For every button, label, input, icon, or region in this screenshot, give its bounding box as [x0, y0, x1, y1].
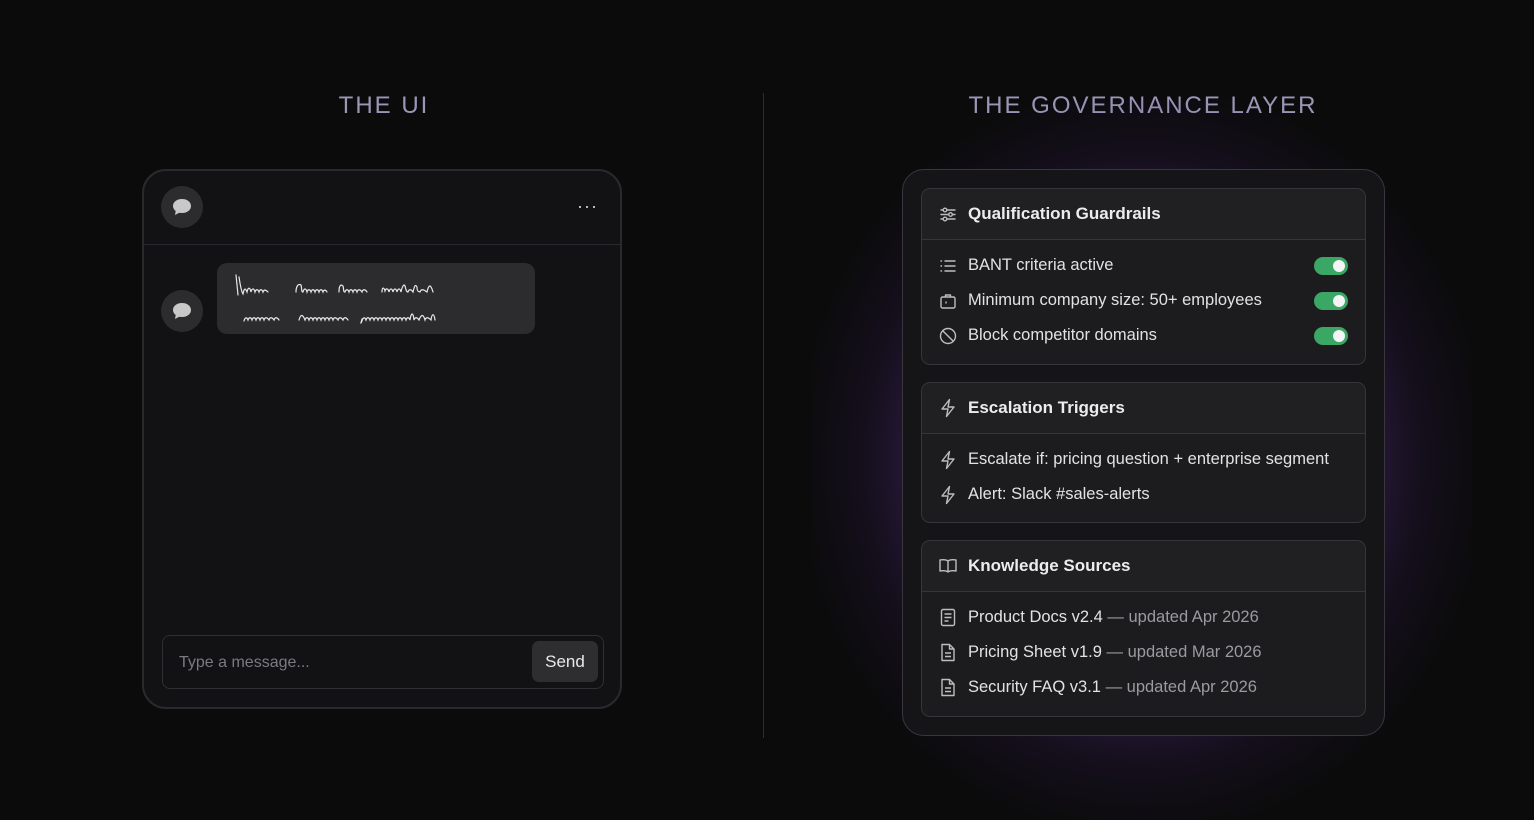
knowledge-updated: — updated Apr 2026 — [1105, 678, 1257, 696]
knowledge-row: Security FAQ v3.1 — updated Apr 2026 — [922, 670, 1365, 705]
governance-heading: THE GOVERNANCE LAYER — [968, 92, 1318, 119]
guardrail-row: Block competitor domains — [922, 318, 1365, 353]
message-bubble — [217, 263, 535, 334]
guardrails-header: Qualification Guardrails — [922, 189, 1365, 240]
message-composer: Send — [162, 635, 604, 689]
escalation-label: Alert: Slack #sales-alerts — [968, 485, 1150, 503]
escalation-row: Escalate if: pricing question + enterpri… — [922, 442, 1365, 477]
escalation-card: Escalation Triggers Escalate if: pricing… — [921, 382, 1366, 523]
guardrails-title: Qualification Guardrails — [968, 204, 1161, 223]
guardrail-label: Minimum company size: 50+ employees — [968, 291, 1262, 309]
guardrails-card: Qualification Guardrails BANT criteria a… — [921, 188, 1366, 365]
knowledge-title: Knowledge Sources — [968, 556, 1131, 575]
knowledge-row: Pricing Sheet v1.9 — updated Mar 2026 — [922, 635, 1365, 670]
briefcase-icon — [938, 291, 958, 311]
block-icon — [938, 326, 958, 346]
sliders-icon — [938, 204, 958, 224]
document-icon — [938, 608, 958, 628]
escalation-title: Escalation Triggers — [968, 398, 1125, 417]
escalation-row: Alert: Slack #sales-alerts — [922, 477, 1365, 512]
knowledge-card: Knowledge Sources Product Docs v2.4 — up… — [921, 540, 1366, 717]
file-icon — [938, 678, 958, 698]
escalation-header: Escalation Triggers — [922, 383, 1365, 434]
knowledge-row: Product Docs v2.4 — updated Apr 2026 — [922, 600, 1365, 635]
knowledge-name: Product Docs v2.4 — [968, 608, 1103, 626]
guardrail-row: Minimum company size: 50+ employees — [922, 283, 1365, 318]
knowledge-item: Product Docs v2.4 — updated Apr 2026 — [968, 608, 1259, 627]
lightning-icon — [938, 450, 958, 470]
chat-bubble-icon — [173, 303, 191, 319]
guardrail-label: BANT criteria active — [968, 256, 1114, 274]
bot-avatar — [161, 186, 203, 228]
knowledge-item: Pricing Sheet v1.9 — updated Mar 2026 — [968, 643, 1262, 662]
guardrail-row: BANT criteria active — [922, 248, 1365, 283]
more-options-button[interactable]: ··· — [577, 197, 598, 215]
knowledge-name: Security FAQ v3.1 — [968, 678, 1101, 696]
lightning-icon — [938, 485, 958, 505]
knowledge-item: Security FAQ v3.1 — updated Apr 2026 — [968, 678, 1257, 697]
chat-header: ··· — [144, 171, 620, 245]
chat-bubble-icon — [173, 199, 191, 215]
send-button[interactable]: Send — [532, 641, 598, 682]
knowledge-header: Knowledge Sources — [922, 541, 1365, 592]
message-input[interactable] — [163, 636, 541, 689]
guardrail-label: Block competitor domains — [968, 326, 1157, 344]
scribble-placeholder-text — [235, 274, 436, 324]
bant-toggle[interactable] — [1314, 257, 1348, 275]
company-size-toggle[interactable] — [1314, 292, 1348, 310]
knowledge-name: Pricing Sheet v1.9 — [968, 643, 1102, 661]
bot-avatar — [161, 290, 203, 332]
section-divider — [763, 93, 764, 738]
file-icon — [938, 643, 958, 663]
governance-panel: Qualification Guardrails BANT criteria a… — [902, 169, 1385, 736]
knowledge-updated: — updated Mar 2026 — [1106, 643, 1262, 661]
competitor-toggle[interactable] — [1314, 327, 1348, 345]
chat-window: ··· Send — [142, 169, 622, 709]
list-icon — [938, 256, 958, 276]
book-icon — [938, 556, 958, 576]
escalation-label: Escalate if: pricing question + enterpri… — [968, 450, 1329, 468]
ui-heading: THE UI — [338, 92, 430, 119]
lightning-icon — [938, 398, 958, 418]
knowledge-updated: — updated Apr 2026 — [1107, 608, 1259, 626]
